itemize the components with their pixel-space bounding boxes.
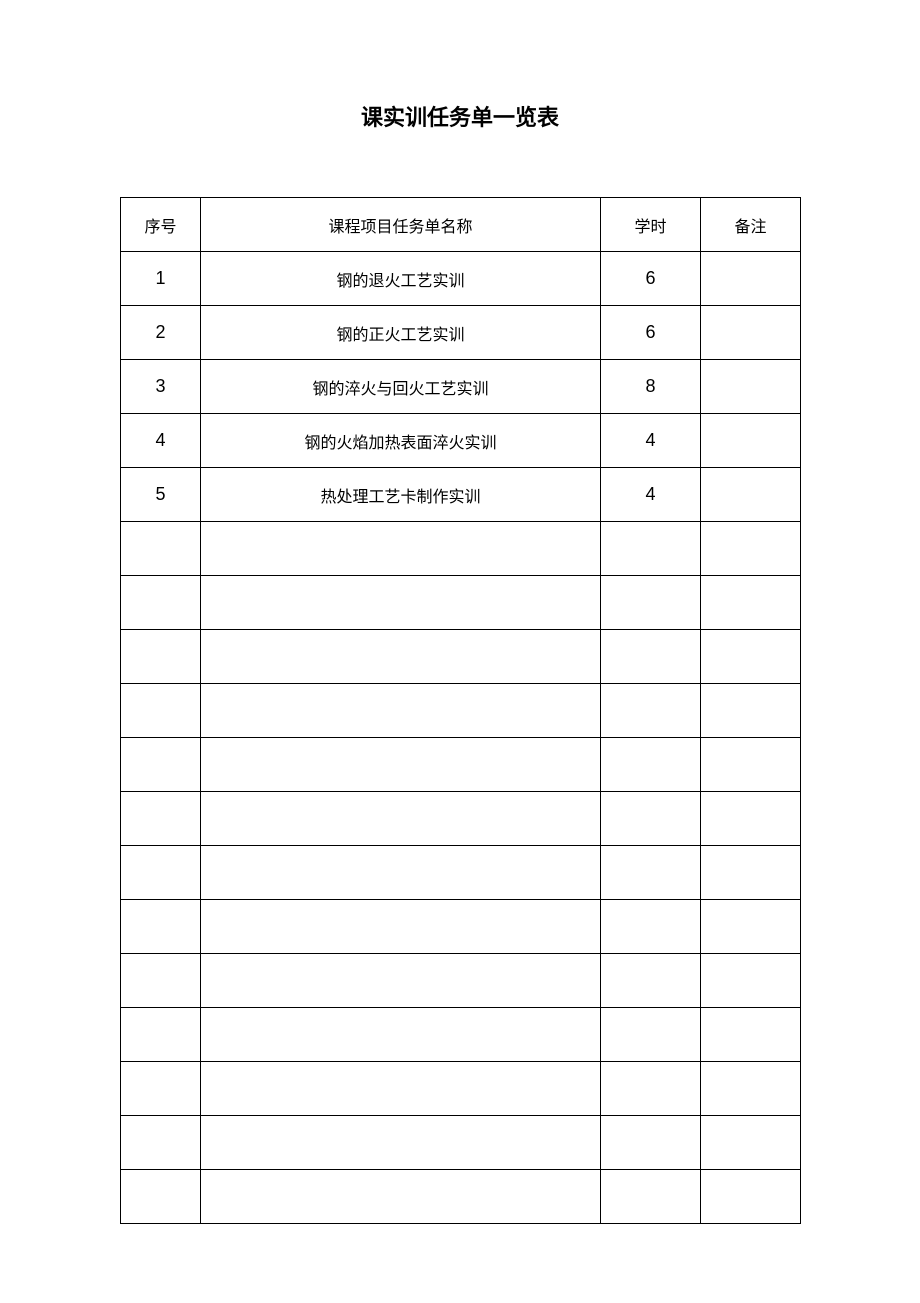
cell-hours: [601, 522, 701, 576]
cell-remark: [701, 630, 801, 684]
cell-index: [121, 684, 201, 738]
cell-index: [121, 954, 201, 1008]
cell-index: [121, 900, 201, 954]
cell-name: 钢的火焰加热表面淬火实训: [201, 414, 601, 468]
cell-remark: [701, 846, 801, 900]
cell-hours: [601, 954, 701, 1008]
cell-hours: 6: [601, 306, 701, 360]
cell-hours: 4: [601, 468, 701, 522]
cell-remark: [701, 1170, 801, 1224]
cell-index: [121, 630, 201, 684]
cell-index: 4: [121, 414, 201, 468]
cell-remark: [701, 738, 801, 792]
cell-hours: [601, 1170, 701, 1224]
header-index: 序号: [121, 198, 201, 252]
cell-name: [201, 630, 601, 684]
table-row: 3钢的淬火与回火工艺实训8: [121, 360, 801, 414]
cell-index: [121, 576, 201, 630]
cell-remark: [701, 306, 801, 360]
table-row: [121, 1170, 801, 1224]
cell-index: 5: [121, 468, 201, 522]
cell-hours: [601, 630, 701, 684]
table-row: [121, 522, 801, 576]
cell-remark: [701, 954, 801, 1008]
table-row: [121, 576, 801, 630]
cell-index: [121, 522, 201, 576]
table-container: 序号 课程项目任务单名称 学时 备注 1钢的退火工艺实训62钢的正火工艺实训63…: [0, 197, 920, 1224]
cell-name: [201, 1116, 601, 1170]
cell-name: [201, 738, 601, 792]
table-row: [121, 792, 801, 846]
task-table: 序号 课程项目任务单名称 学时 备注 1钢的退火工艺实训62钢的正火工艺实训63…: [120, 197, 801, 1224]
cell-remark: [701, 468, 801, 522]
cell-hours: 6: [601, 252, 701, 306]
table-row: 4钢的火焰加热表面淬火实训4: [121, 414, 801, 468]
cell-name: [201, 900, 601, 954]
cell-index: 3: [121, 360, 201, 414]
cell-remark: [701, 900, 801, 954]
cell-name: [201, 684, 601, 738]
cell-index: [121, 1008, 201, 1062]
cell-hours: [601, 1008, 701, 1062]
cell-name: [201, 1062, 601, 1116]
table-row: [121, 846, 801, 900]
cell-remark: [701, 1116, 801, 1170]
cell-name: 钢的退火工艺实训: [201, 252, 601, 306]
cell-name: [201, 1170, 601, 1224]
cell-remark: [701, 1062, 801, 1116]
cell-index: [121, 792, 201, 846]
header-remark: 备注: [701, 198, 801, 252]
table-header-row: 序号 课程项目任务单名称 学时 备注: [121, 198, 801, 252]
table-row: [121, 630, 801, 684]
cell-hours: 8: [601, 360, 701, 414]
cell-index: [121, 1062, 201, 1116]
table-row: [121, 900, 801, 954]
cell-index: 1: [121, 252, 201, 306]
cell-name: [201, 954, 601, 1008]
table-row: [121, 1008, 801, 1062]
cell-remark: [701, 684, 801, 738]
table-row: 1钢的退火工艺实训6: [121, 252, 801, 306]
header-name: 课程项目任务单名称: [201, 198, 601, 252]
cell-index: [121, 1170, 201, 1224]
cell-hours: [601, 738, 701, 792]
cell-name: [201, 846, 601, 900]
cell-remark: [701, 414, 801, 468]
table-row: [121, 1062, 801, 1116]
cell-name: [201, 1008, 601, 1062]
table-row: 2钢的正火工艺实训6: [121, 306, 801, 360]
cell-hours: [601, 846, 701, 900]
cell-hours: [601, 576, 701, 630]
cell-hours: [601, 1062, 701, 1116]
cell-hours: [601, 792, 701, 846]
cell-index: [121, 1116, 201, 1170]
cell-index: [121, 738, 201, 792]
cell-index: [121, 846, 201, 900]
cell-hours: [601, 900, 701, 954]
cell-name: 钢的淬火与回火工艺实训: [201, 360, 601, 414]
cell-remark: [701, 576, 801, 630]
cell-name: [201, 792, 601, 846]
cell-name: [201, 522, 601, 576]
table-row: [121, 1116, 801, 1170]
table-row: 5热处理工艺卡制作实训4: [121, 468, 801, 522]
page-title: 课实训任务单一览表: [0, 0, 920, 197]
cell-name: [201, 576, 601, 630]
cell-hours: 4: [601, 414, 701, 468]
header-hours: 学时: [601, 198, 701, 252]
cell-name: 热处理工艺卡制作实训: [201, 468, 601, 522]
cell-hours: [601, 1116, 701, 1170]
table-row: [121, 684, 801, 738]
table-row: [121, 954, 801, 1008]
cell-remark: [701, 360, 801, 414]
table-row: [121, 738, 801, 792]
cell-remark: [701, 522, 801, 576]
cell-remark: [701, 792, 801, 846]
cell-hours: [601, 684, 701, 738]
cell-remark: [701, 252, 801, 306]
cell-name: 钢的正火工艺实训: [201, 306, 601, 360]
cell-remark: [701, 1008, 801, 1062]
cell-index: 2: [121, 306, 201, 360]
